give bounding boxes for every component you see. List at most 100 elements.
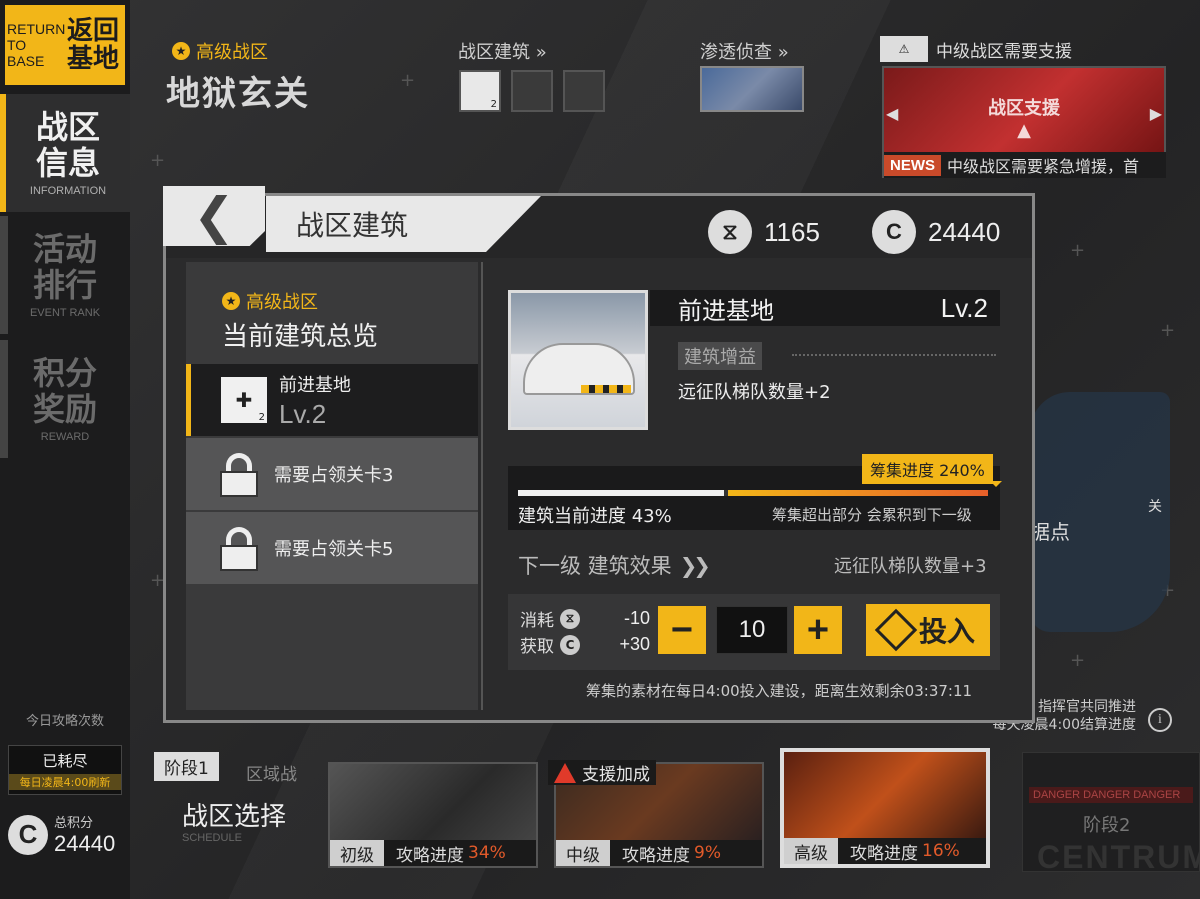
building-list-panel: ★ 高级战区 当前建筑总览 ✚ 2 前进基地 Lv.2 需要占领关卡3 需要占领关… xyxy=(186,262,478,710)
quantity-field[interactable]: 10 xyxy=(716,606,788,654)
grid-cross: + xyxy=(150,150,166,171)
building-item-locked-5[interactable]: 需要占领关卡5 xyxy=(186,512,478,584)
arrow-left-icon[interactable]: ◀ xyxy=(886,104,898,123)
infiltration-thumbnail[interactable] xyxy=(700,66,804,112)
support-header: ⚠ 中级战区需要支援 xyxy=(880,36,1072,62)
support-banner-label: 战区支援 xyxy=(988,98,1060,119)
panel-divider xyxy=(481,262,483,710)
next-level-label: 下一级 建筑效果 xyxy=(518,554,672,578)
lock-icon xyxy=(216,525,262,571)
zone-tier-label: 高级战区 xyxy=(196,42,268,63)
warning-icon xyxy=(554,762,576,783)
sidebar-item-label: 活动排行 xyxy=(32,230,97,304)
list-tier-label: 高级战区 xyxy=(246,292,318,313)
building-level: Lv.2 xyxy=(940,292,988,323)
stage-level: 高级 xyxy=(784,838,838,864)
grid-cross: + xyxy=(1070,650,1086,671)
building-item-name: 需要占领关卡5 xyxy=(274,539,394,560)
chevron-right-icon: » xyxy=(535,42,547,63)
support-boost-badge: 支援加成 xyxy=(548,760,656,785)
stage-progress-label: 攻略进度 xyxy=(396,845,464,866)
stage-sub: 区域战 xyxy=(246,765,297,785)
resource-credits: C 24440 xyxy=(872,210,1000,254)
stage-progress-value: 16% xyxy=(922,841,960,861)
return-label-en: RETURN TO BASE xyxy=(7,21,66,69)
back-button[interactable]: ❮ xyxy=(163,186,265,246)
stage-2-card[interactable]: DANGER DANGER DANGER 阶段2 CENTRUM xyxy=(1022,752,1200,875)
stage-card-advanced[interactable]: 高级 攻略进度 16% xyxy=(780,748,990,868)
sidebar-item-label-en: EVENT RANK xyxy=(29,307,101,319)
building-item-forward-base[interactable]: ✚ 2 前进基地 Lv.2 xyxy=(186,364,478,436)
lock-icon xyxy=(216,451,262,497)
arrow-right-icon[interactable]: ▶ xyxy=(1150,104,1162,123)
sidebar-item-reward[interactable]: 积分奖励 REWARD xyxy=(0,340,130,458)
invest-button[interactable]: 投入 xyxy=(866,604,990,656)
stage-tag: 阶段1 xyxy=(154,752,219,781)
star-icon: ★ xyxy=(222,292,240,310)
buildings-label: 战区建筑 xyxy=(458,42,530,63)
news-text: 中级战区需要紧急增援，首 xyxy=(947,157,1140,176)
sidebar-item-event-rank[interactable]: 活动排行 EVENT RANK xyxy=(0,216,130,334)
credit-icon: C xyxy=(560,634,580,655)
zone-name: 地狱玄关 xyxy=(166,74,310,114)
stage-title: 战区选择 xyxy=(182,802,287,832)
sidebar-item-information[interactable]: 战区信息 INFORMATION xyxy=(0,94,130,212)
buff-text: 远征队梯队数量+2 xyxy=(678,382,831,403)
left-sidebar: RETURN TO BASE 返回基地 战区信息 INFORMATION 活动排… xyxy=(0,0,130,899)
zone-tier-tag: ★ 高级战区 xyxy=(172,38,268,64)
stage-image xyxy=(330,764,536,840)
minus-icon: − xyxy=(670,608,694,651)
stage-2-name: 阶段2 xyxy=(1083,815,1131,836)
gain-row: 获取 C xyxy=(520,632,580,657)
slot-badge: 2 xyxy=(490,99,497,110)
consume-label: 消耗 xyxy=(520,611,554,631)
building-slot-3[interactable] xyxy=(563,70,605,112)
stage-card-beginner[interactable]: 初级 攻略进度 34% xyxy=(328,762,538,868)
modal-header: ❮ 战区建筑 ⧖ 1165 C 24440 xyxy=(163,186,1032,258)
building-slot-2[interactable] xyxy=(511,70,553,112)
daily-attempts: 今日攻略次数 已耗尽 每日凌晨4:00刷新 xyxy=(0,700,130,795)
next-level-link[interactable]: 下一级 建筑效果 ❯❯ xyxy=(518,550,711,580)
modal-title: 战区建筑 xyxy=(266,196,541,252)
overflow-note: 筹集超出部分 会累积到下一级 xyxy=(772,506,972,524)
decrease-button[interactable]: − xyxy=(658,606,706,654)
building-item-level: Lv.2 xyxy=(279,398,327,429)
building-item-name: 前进基地 xyxy=(279,374,351,396)
info-icon[interactable]: i xyxy=(1148,708,1172,732)
building-badge: 2 xyxy=(258,412,265,423)
news-tag: NEWS xyxy=(884,154,941,176)
invest-label: 投入 xyxy=(918,615,975,648)
building-name: 前进基地 xyxy=(678,296,774,325)
star-icon: ★ xyxy=(172,42,190,60)
buildings-link[interactable]: 战区建筑 » xyxy=(458,38,547,64)
total-score-label: 总积分 xyxy=(54,816,94,831)
support-icon: ⚠ xyxy=(880,36,928,62)
return-to-base-button[interactable]: RETURN TO BASE 返回基地 xyxy=(2,2,128,88)
stage-card-bar: 中级 攻略进度 9% xyxy=(556,840,762,866)
raise-progress-chip: 筹集进度 240% xyxy=(862,454,993,484)
building-slot-1[interactable]: 2 xyxy=(459,70,501,112)
stage-title-en: SCHEDULE xyxy=(182,832,242,844)
daily-status: 已耗尽 xyxy=(42,752,88,770)
total-score: C 总积分 24440 xyxy=(8,812,115,857)
building-item-locked-3[interactable]: 需要占领关卡3 xyxy=(186,438,478,510)
buff-divider xyxy=(792,354,996,356)
grid-cross: + xyxy=(400,70,416,91)
progress-fill-current xyxy=(518,490,724,496)
return-label-cn: 返回基地 xyxy=(67,16,120,74)
credit-icon: C xyxy=(872,210,916,254)
building-modal: ❮ 战区建筑 ⧖ 1165 C 24440 ★ 高级战区 当前建筑总览 ✚ 2 前… xyxy=(163,186,1035,723)
daily-refresh: 每日凌晨4:00刷新 xyxy=(9,774,121,790)
infiltration-link[interactable]: 渗透侦查 » xyxy=(700,38,789,64)
plus-icon: + xyxy=(806,608,830,651)
forward-base-icon: ✚ 2 xyxy=(221,377,267,423)
infiltration-label: 渗透侦查 xyxy=(700,42,772,63)
stage-2-danger: DANGER DANGER DANGER xyxy=(1029,787,1193,803)
news-ticker: NEWS 中级战区需要紧急增援，首 xyxy=(884,152,1166,178)
next-level-effect: 远征队梯队数量+3 xyxy=(834,556,987,577)
increase-button[interactable]: + xyxy=(794,606,842,654)
modal-title-text: 战区建筑 xyxy=(296,209,409,242)
build-progress-label: 建筑当前进度 43% xyxy=(518,506,672,527)
grid-cross: + xyxy=(1160,320,1176,341)
materials-value: 1165 xyxy=(764,216,820,247)
